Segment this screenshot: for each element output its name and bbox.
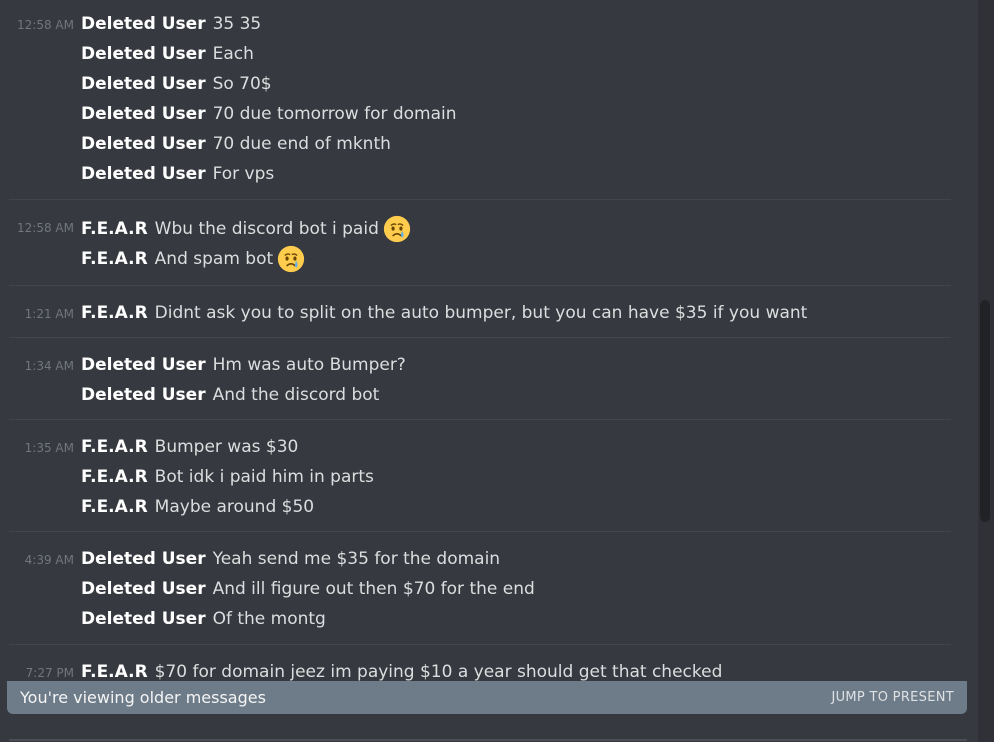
message-text: 35 35 xyxy=(212,14,262,34)
author-name[interactable]: Deleted User xyxy=(81,132,206,156)
message-text: Hm was auto Bumper? xyxy=(212,355,406,375)
author-name[interactable]: F.E.A.R xyxy=(81,495,148,519)
message-content: Deleted User And ill figure out then $70 … xyxy=(81,577,535,601)
message-text: 70 due tomorrow for domain xyxy=(212,104,457,124)
message-text: Yeah send me $35 for the domain xyxy=(212,549,501,569)
message-line[interactable]: Deleted User So 70$ xyxy=(9,69,951,99)
message-text: Maybe around $50 xyxy=(154,497,315,517)
message-group: 4:39 AM Deleted User Yeah send me $35 for … xyxy=(9,531,951,638)
message-text: For vps xyxy=(212,164,275,184)
jump-to-present-button[interactable]: JUMP TO PRESENT xyxy=(831,690,954,705)
composer-edge xyxy=(9,739,967,741)
message-line[interactable]: F.E.A.R Bot idk i paid him in parts xyxy=(9,462,951,492)
message-content: F.E.A.R Maybe around $50 xyxy=(81,495,314,519)
message-text: Wbu the discord bot i paid xyxy=(154,219,379,239)
message-content: Deleted User Hm was auto Bumper? xyxy=(81,353,406,377)
message-timestamp[interactable]: 12:58 AM xyxy=(4,18,74,32)
message-group: 12:58 AM Deleted User 35 35 Deleted User Eac… xyxy=(9,9,951,193)
message-content: Deleted User For vps xyxy=(81,162,274,186)
message-text: Bot idk i paid him in parts xyxy=(154,467,374,487)
message-content: Deleted User 70 due end of mknth xyxy=(81,132,391,156)
older-messages-bar: You're viewing older messages JUMP TO PR… xyxy=(7,681,967,714)
message-content: Deleted User Yeah send me $35 for the dom… xyxy=(81,547,500,571)
message-text: 70 due end of mknth xyxy=(212,134,391,154)
author-name[interactable]: Deleted User xyxy=(81,577,206,601)
message-content: F.E.A.R Bot idk i paid him in parts xyxy=(81,465,374,489)
author-name[interactable]: F.E.A.R xyxy=(81,465,148,489)
message-text: Didnt ask you to split on the auto bumpe… xyxy=(154,303,808,323)
message-group: 1:34 AM Deleted User Hm was auto Bumper? De… xyxy=(9,337,951,414)
message-content: Deleted User So 70$ xyxy=(81,72,272,96)
message-content: F.E.A.R Bumper was $30 xyxy=(81,435,298,459)
message-content: F.E.A.R Wbu the discord bot i paid xyxy=(81,215,411,243)
message-text: And the discord bot xyxy=(212,385,380,405)
message-list: 12:58 AM Deleted User 35 35 Deleted User Eac… xyxy=(0,0,978,742)
message-line[interactable]: Deleted User And ill figure out then $70 … xyxy=(9,574,951,604)
author-name[interactable]: Deleted User xyxy=(81,547,206,571)
scrollbar-thumb[interactable] xyxy=(980,300,990,522)
message-line[interactable]: 12:58 AM F.E.A.R Wbu the discord bot i pai… xyxy=(9,212,951,243)
author-name[interactable]: Deleted User xyxy=(81,353,206,377)
author-name[interactable]: F.E.A.R xyxy=(81,247,148,271)
message-content: Deleted User Of the montg xyxy=(81,607,326,631)
message-line[interactable]: 4:39 AM Deleted User Yeah send me $35 for … xyxy=(9,544,951,574)
message-line[interactable]: Deleted User For vps xyxy=(9,159,951,189)
author-name[interactable]: Deleted User xyxy=(81,12,206,36)
author-name[interactable]: Deleted User xyxy=(81,607,206,631)
message-content: Deleted User And the discord bot xyxy=(81,383,379,407)
message-timestamp[interactable]: 7:27 PM xyxy=(4,666,74,680)
author-name[interactable]: Deleted User xyxy=(81,42,206,66)
message-line[interactable]: 12:58 AM Deleted User 35 35 xyxy=(9,9,951,39)
message-content: F.E.A.R Didnt ask you to split on the aut… xyxy=(81,301,807,325)
message-group: 1:21 AM F.E.A.R Didnt ask you to split on … xyxy=(9,285,951,332)
author-name[interactable]: Deleted User xyxy=(81,102,206,126)
message-line[interactable]: Deleted User And the discord bot xyxy=(9,380,951,410)
crying-face-emoji-icon[interactable] xyxy=(383,215,411,243)
author-name[interactable]: Deleted User xyxy=(81,162,206,186)
message-line[interactable]: F.E.A.R Maybe around $50 xyxy=(9,492,951,522)
message-line[interactable]: Deleted User 70 due end of mknth xyxy=(9,129,951,159)
author-name[interactable]: F.E.A.R xyxy=(81,301,148,325)
message-line[interactable]: 1:35 AM F.E.A.R Bumper was $30 xyxy=(9,432,951,462)
message-line[interactable]: Deleted User Of the montg xyxy=(9,604,951,634)
message-text: Of the montg xyxy=(212,609,326,629)
crying-face-emoji-icon[interactable] xyxy=(277,245,305,273)
message-content: Deleted User 70 due tomorrow for domain xyxy=(81,102,457,126)
message-timestamp[interactable]: 12:58 AM xyxy=(4,221,74,235)
message-timestamp[interactable]: 1:35 AM xyxy=(4,441,74,455)
author-name[interactable]: Deleted User xyxy=(81,72,206,96)
message-text: So 70$ xyxy=(212,74,272,94)
message-line[interactable]: 1:34 AM Deleted User Hm was auto Bumper? xyxy=(9,350,951,380)
author-name[interactable]: F.E.A.R xyxy=(81,435,148,459)
message-timestamp[interactable]: 1:21 AM xyxy=(4,307,74,321)
message-line[interactable]: Deleted User 70 due tomorrow for domain xyxy=(9,99,951,129)
message-group: 12:58 AM F.E.A.R Wbu the discord bot i pai… xyxy=(9,199,951,276)
message-line[interactable]: 1:21 AM F.E.A.R Didnt ask you to split on … xyxy=(9,298,951,328)
message-text: And ill figure out then $70 for the end xyxy=(212,579,535,599)
message-line[interactable]: F.E.A.R And spam bot xyxy=(9,242,951,273)
message-timestamp[interactable]: 1:34 AM xyxy=(4,359,74,373)
author-name[interactable]: F.E.A.R xyxy=(81,217,148,241)
message-text: Each xyxy=(212,44,254,64)
message-content: Deleted User Each xyxy=(81,42,254,66)
author-name[interactable]: Deleted User xyxy=(81,383,206,407)
message-text: Bumper was $30 xyxy=(154,437,299,457)
message-text: And spam bot xyxy=(154,249,274,269)
message-content: Deleted User 35 35 xyxy=(81,12,261,36)
older-messages-text: You're viewing older messages xyxy=(20,688,266,707)
message-content: F.E.A.R And spam bot xyxy=(81,245,305,273)
message-line[interactable]: Deleted User Each xyxy=(9,39,951,69)
message-timestamp[interactable]: 4:39 AM xyxy=(4,553,74,567)
message-group: 1:35 AM F.E.A.R Bumper was $30 F.E.A.R Bot i… xyxy=(9,419,951,526)
